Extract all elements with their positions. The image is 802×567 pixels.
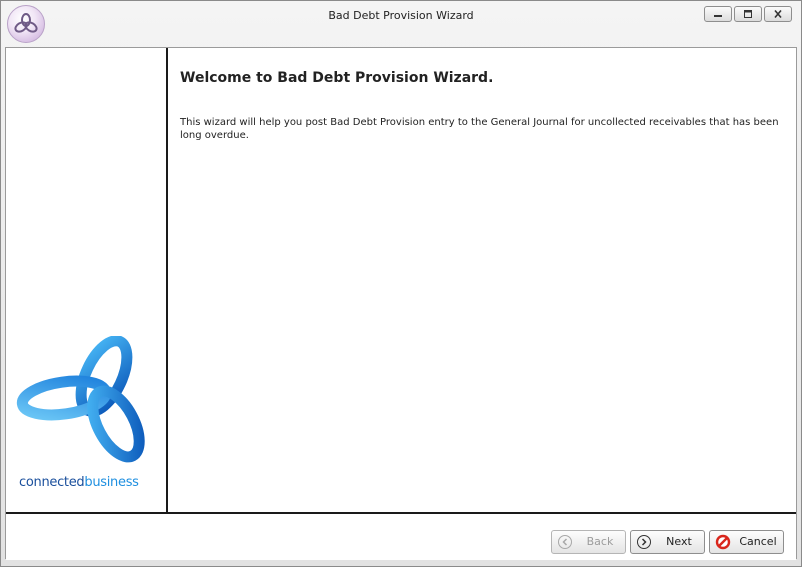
back-button[interactable]: Back — [551, 530, 626, 554]
maximize-icon — [744, 10, 752, 18]
close-button[interactable] — [764, 6, 792, 22]
wizard-window: Bad Debt Provision Wizard connectedbusin… — [0, 0, 802, 567]
next-button-label: Next — [666, 535, 692, 548]
wizard-sidebar: connectedbusiness — [6, 48, 168, 512]
chevron-left-icon — [558, 535, 572, 549]
wizard-description: This wizard will help you post Bad Debt … — [180, 117, 779, 141]
back-button-label: Back — [586, 535, 614, 548]
cancel-icon — [715, 534, 731, 550]
maximize-button[interactable] — [734, 6, 762, 22]
logo-wordmark: connectedbusiness — [19, 475, 139, 490]
cancel-button[interactable]: Cancel — [709, 530, 784, 554]
next-button[interactable]: Next — [630, 530, 705, 554]
connected-business-logo-icon — [16, 336, 145, 463]
window-title: Bad Debt Provision Wizard — [328, 9, 474, 22]
minimize-icon — [714, 15, 722, 17]
chevron-right-icon — [637, 535, 651, 549]
wizard-content: Welcome to Bad Debt Provision Wizard. Th… — [168, 48, 796, 512]
page-title: Welcome to Bad Debt Provision Wizard. — [180, 70, 494, 86]
close-icon — [774, 10, 782, 18]
minimize-button[interactable] — [704, 6, 732, 22]
cancel-button-label: Cancel — [739, 535, 777, 548]
window-controls — [704, 6, 792, 24]
wizard-footer: Back Next Cancel — [6, 512, 796, 560]
title-bar[interactable]: Bad Debt Provision Wizard — [1, 1, 801, 47]
wizard-body: connectedbusiness Welcome to Bad Debt Pr… — [5, 47, 797, 560]
